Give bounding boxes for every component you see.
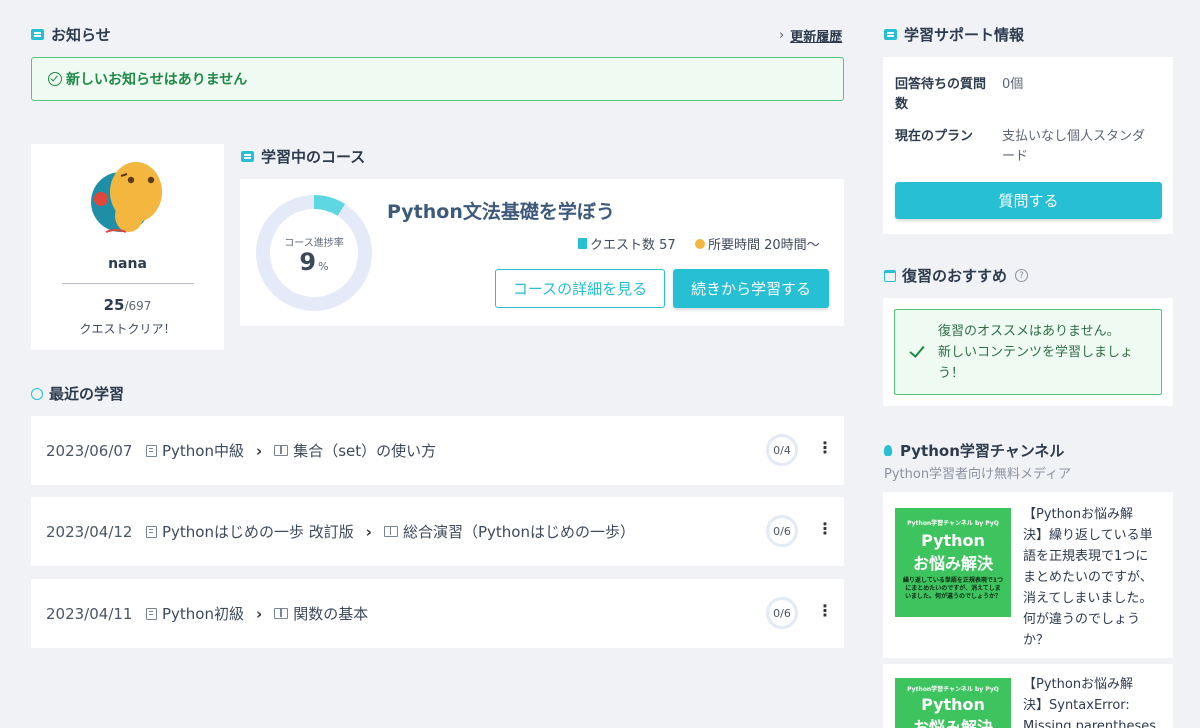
- recent-row[interactable]: 2023/04/12 Pythonはじめの一歩 改訂版 › 総合演習（Pytho…: [31, 497, 844, 566]
- course-detail-button[interactable]: コースの詳細を見る: [495, 269, 665, 308]
- course-book-icon: [146, 444, 157, 457]
- ask-question-button[interactable]: 質問する: [895, 182, 1162, 219]
- continue-learning-button[interactable]: 続きから学習する: [673, 269, 829, 308]
- course-book-icon: [146, 607, 157, 620]
- open-book-icon: [274, 445, 289, 456]
- progress-value: 9%: [299, 248, 329, 276]
- course-book-icon: [146, 525, 157, 538]
- article-title[interactable]: 【Pythonお悩み解 決】SyntaxError: Missing paren…: [1023, 674, 1156, 728]
- history-icon: [31, 387, 43, 400]
- course-progress-ring: コース進捗率 9%: [255, 194, 373, 312]
- channel-article[interactable]: Python学習チャンネル by PyQ Python お悩み解決 繰り返してい…: [883, 492, 1173, 658]
- lesson-progress-circle: 0/6: [766, 515, 798, 547]
- chat-icon: [31, 29, 44, 40]
- chevron-right-icon: ›: [779, 28, 785, 43]
- divider: [62, 283, 194, 284]
- lesson-progress-circle: 0/6: [766, 597, 798, 629]
- chevron-right-icon: ›: [256, 604, 263, 623]
- check-circle-icon: [48, 72, 62, 86]
- review-message-box: 復習のオススメはありません。 新しいコンテンツを学習しましょ う！: [894, 309, 1162, 395]
- pending-questions-value: 0個: [1002, 77, 1024, 92]
- calendar-icon: [884, 269, 896, 282]
- document-icon: [578, 238, 587, 249]
- article-thumbnail[interactable]: Python学習チャンネル by PyQ Python お悩み解決 繰り返してい…: [895, 508, 1011, 617]
- chat-icon: [241, 151, 254, 162]
- chat-icon: [884, 29, 897, 40]
- quest-clear-label: クエストクリア！: [79, 322, 176, 336]
- username: nana: [108, 256, 147, 272]
- support-card: 回答待ちの質問 数 0個 現在のプラン 支払いなし個人スタンダ ード 質問する: [883, 57, 1173, 234]
- review-message: 復習のオススメはありません。 新しいコンテンツを学習しましょ う！: [938, 324, 1134, 381]
- quest-count: クエスト数 57: [578, 234, 676, 253]
- review-card: 復習のオススメはありません。 新しいコンテンツを学習しましょ う！: [883, 298, 1173, 406]
- more-options-icon[interactable]: ⋮: [817, 519, 833, 538]
- chevron-right-icon: ›: [365, 522, 372, 541]
- open-book-icon: [274, 608, 289, 619]
- stopwatch-icon: [695, 238, 705, 249]
- more-options-icon[interactable]: ⋮: [817, 438, 833, 457]
- quest-clear-count: 25/697: [103, 296, 152, 314]
- chevron-right-icon: ›: [256, 441, 263, 460]
- progress-label: コース進捗率: [284, 238, 344, 249]
- plan-value: 支払いなし個人スタンダ ード: [1002, 129, 1146, 164]
- course-section-title: 学習中のコース: [241, 146, 365, 167]
- help-icon[interactable]: ?: [1015, 269, 1029, 282]
- pending-questions-label: 回答待ちの質問 数: [895, 77, 987, 112]
- avatar[interactable]: [81, 154, 171, 244]
- time-required: 所要時間 20時間〜: [695, 234, 820, 253]
- recent-row[interactable]: 2023/06/07 Python中級 › 集合（set）の使い方 0/4 ⋮: [31, 416, 844, 485]
- recent-row[interactable]: 2023/04/11 Python初級 › 関数の基本 0/6 ⋮: [31, 579, 844, 648]
- course-name[interactable]: Python文法基礎を学ぼう: [387, 197, 615, 224]
- support-title: 学習サポート情報: [884, 24, 1024, 45]
- lesson-progress-circle: 0/4: [766, 434, 798, 466]
- notices-title: お知らせ: [31, 24, 111, 45]
- notice-message-box: 新しいお知らせはありません: [31, 57, 844, 101]
- more-options-icon[interactable]: ⋮: [817, 601, 833, 620]
- article-title[interactable]: 【Pythonお悩み解 決】繰り返している単 語を正規表現で1つに まとめたいの…: [1023, 504, 1153, 651]
- recent-title: 最近の学習: [31, 383, 124, 404]
- lightbulb-icon: [884, 445, 892, 456]
- checkmark-icon: [909, 342, 925, 358]
- plan-label: 現在のプラン: [895, 129, 974, 144]
- channel-subtitle: Python学習者向け無料メディア: [884, 467, 1072, 482]
- history-link[interactable]: › 更新履歴: [779, 26, 842, 45]
- open-book-icon: [383, 526, 398, 537]
- article-thumbnail[interactable]: Python学習チャンネル by PyQ Python お悩み解決: [895, 678, 1011, 728]
- course-card: コース進捗率 9% Python文法基礎を学ぼう クエスト数 57 所要時間 2…: [240, 179, 844, 326]
- profile-card: nana 25/697 クエストクリア！: [31, 144, 224, 350]
- channel-article[interactable]: Python学習チャンネル by PyQ Python お悩み解決 【Pytho…: [883, 664, 1173, 728]
- channel-title: Python学習チャンネル: [884, 440, 1064, 461]
- review-title: 復習のおすすめ ?: [884, 265, 1029, 286]
